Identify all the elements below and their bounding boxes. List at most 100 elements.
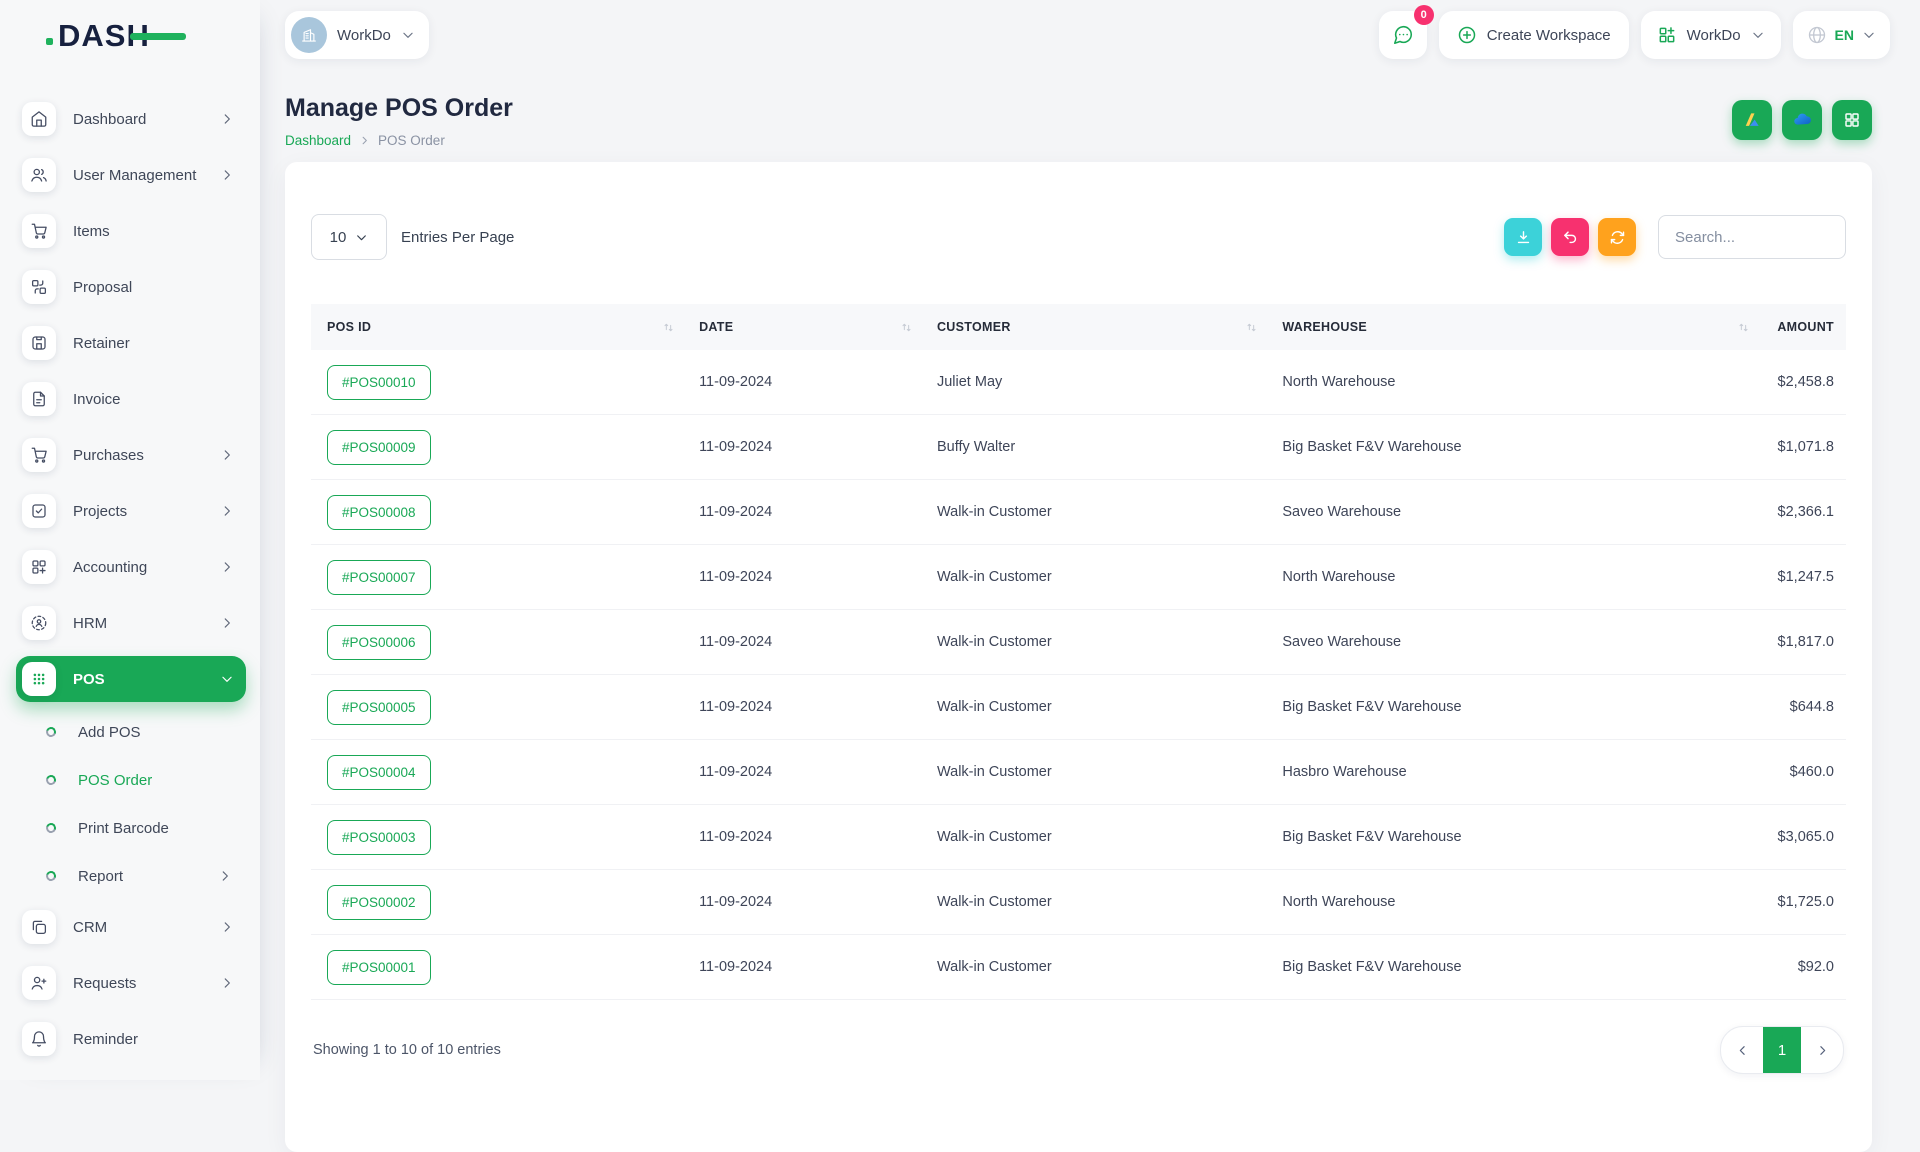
sidebar-item-label: HRM [73,615,220,632]
column-header-warehouse[interactable]: WAREHOUSE [1270,304,1761,350]
account-name: WorkDo [1687,27,1741,44]
cell-warehouse: Big Basket F&V Warehouse [1270,675,1761,740]
chevron-right-icon [220,616,234,630]
cell-customer: Walk-in Customer [925,935,1270,1000]
submenu-item-print-barcode[interactable]: Print Barcode [16,808,246,848]
sidebar-item-label: Proposal [73,279,234,296]
undo-icon [1562,229,1579,246]
cell-date: 11-09-2024 [687,415,925,480]
breadcrumb-dashboard-link[interactable]: Dashboard [285,133,351,148]
chevron-down-icon [1751,28,1765,42]
previous-page-button[interactable] [1721,1027,1763,1073]
copy-icon [22,910,56,944]
google-drive-button[interactable] [1732,100,1772,140]
table-row: #POS00005 11-09-2024 Walk-in Customer Bi… [311,675,1846,740]
search-input[interactable] [1658,215,1846,259]
logo-accent-dot [46,38,53,45]
page-header: Manage POS Order Dashboard POS Order [285,90,1872,148]
column-header-date[interactable]: DATE [687,304,925,350]
pos-id-badge[interactable]: #POS00004 [327,755,431,790]
submenu-item-add-pos[interactable]: Add POS [16,712,246,752]
sidebar-item-invoice[interactable]: Invoice [16,376,246,422]
undo-button[interactable] [1551,218,1589,256]
account-menu[interactable]: WorkDo [1641,11,1781,59]
messages-button[interactable]: 0 [1379,11,1427,59]
sidebar-item-label: Dashboard [73,111,220,128]
sort-icon [662,321,675,334]
messages-count-badge: 0 [1414,5,1434,25]
breadcrumb-current: POS Order [378,133,445,148]
grid-plus-icon [1657,25,1677,45]
pos-id-badge[interactable]: #POS00008 [327,495,431,530]
pos-id-badge[interactable]: #POS00006 [327,625,431,660]
chevron-down-icon [401,28,415,42]
sidebar-item-reminder[interactable]: Reminder [16,1016,246,1062]
sidebar-item-accounting[interactable]: Accounting [16,544,246,590]
bullet-icon [44,725,57,738]
cell-customer: Walk-in Customer [925,610,1270,675]
sidebar-item-items[interactable]: Items [16,208,246,254]
cell-date: 11-09-2024 [687,350,925,415]
refresh-icon [1609,229,1626,246]
grid-view-button[interactable] [1832,100,1872,140]
table-row: #POS00006 11-09-2024 Walk-in Customer Sa… [311,610,1846,675]
sidebar-item-hrm[interactable]: HRM [16,600,246,646]
cell-warehouse: Saveo Warehouse [1270,610,1761,675]
chevron-down-icon [220,672,234,686]
cell-amount: $1,247.5 [1762,545,1846,610]
cell-date: 11-09-2024 [687,480,925,545]
sidebar-item-crm[interactable]: CRM [16,904,246,950]
bullet-icon [44,821,57,834]
plus-circle-icon [1457,25,1477,45]
submenu-item-pos-order[interactable]: POS Order [16,760,246,800]
column-header-amount[interactable]: AMOUNT [1762,304,1846,350]
sidebar-item-label: Items [73,223,234,240]
pos-id-badge[interactable]: #POS00005 [327,690,431,725]
pos-id-badge[interactable]: #POS00002 [327,885,431,920]
entries-per-page-select[interactable]: 10 [311,214,387,260]
bullet-icon [44,869,57,882]
entries-summary: Showing 1 to 10 of 10 entries [313,1042,501,1058]
sidebar-item-label: Accounting [73,559,220,576]
sidebar-item-purchases[interactable]: Purchases [16,432,246,478]
refresh-button[interactable] [1598,218,1636,256]
cell-amount: $2,458.8 [1762,350,1846,415]
cell-date: 11-09-2024 [687,545,925,610]
create-workspace-label: Create Workspace [1487,27,1611,44]
cell-date: 11-09-2024 [687,805,925,870]
sidebar-item-user-management[interactable]: User Management [16,152,246,198]
sidebar-item-pos[interactable]: POS [16,656,246,702]
export-download-button[interactable] [1504,218,1542,256]
sidebar-item-requests[interactable]: Requests [16,960,246,1006]
table-row: #POS00010 11-09-2024 Juliet May North Wa… [311,350,1846,415]
sidebar-item-label: Requests [73,975,220,992]
sidebar-item-proposal[interactable]: Proposal [16,264,246,310]
create-workspace-button[interactable]: Create Workspace [1439,11,1629,59]
cell-customer: Juliet May [925,350,1270,415]
pos-id-badge[interactable]: #POS00007 [327,560,431,595]
cell-customer: Walk-in Customer [925,805,1270,870]
pos-id-badge[interactable]: #POS00001 [327,950,431,985]
pos-id-badge[interactable]: #POS00003 [327,820,431,855]
logo: DASH [0,0,260,70]
grid-plus-icon [22,550,56,584]
column-header-pos-id[interactable]: POS ID [311,304,687,350]
sidebar-item-dashboard[interactable]: Dashboard [16,96,246,142]
cell-amount: $2,366.1 [1762,480,1846,545]
sidebar-item-retainer[interactable]: Retainer [16,320,246,366]
cell-warehouse: North Warehouse [1270,870,1761,935]
language-selector[interactable]: EN [1793,11,1890,59]
submenu-item-report[interactable]: Report [16,856,246,896]
pos-id-badge[interactable]: #POS00009 [327,430,431,465]
sidebar-item-projects[interactable]: Projects [16,488,246,534]
next-page-button[interactable] [1801,1027,1843,1073]
table-row: #POS00007 11-09-2024 Walk-in Customer No… [311,545,1846,610]
onedrive-button[interactable] [1782,100,1822,140]
cell-customer: Buffy Walter [925,415,1270,480]
sort-icon [1245,321,1258,334]
google-drive-icon [1742,110,1762,130]
workspace-selector[interactable]: WorkDo [285,11,429,59]
page-number-current[interactable]: 1 [1763,1027,1801,1073]
pos-id-badge[interactable]: #POS00010 [327,365,431,400]
column-header-customer[interactable]: CUSTOMER [925,304,1270,350]
